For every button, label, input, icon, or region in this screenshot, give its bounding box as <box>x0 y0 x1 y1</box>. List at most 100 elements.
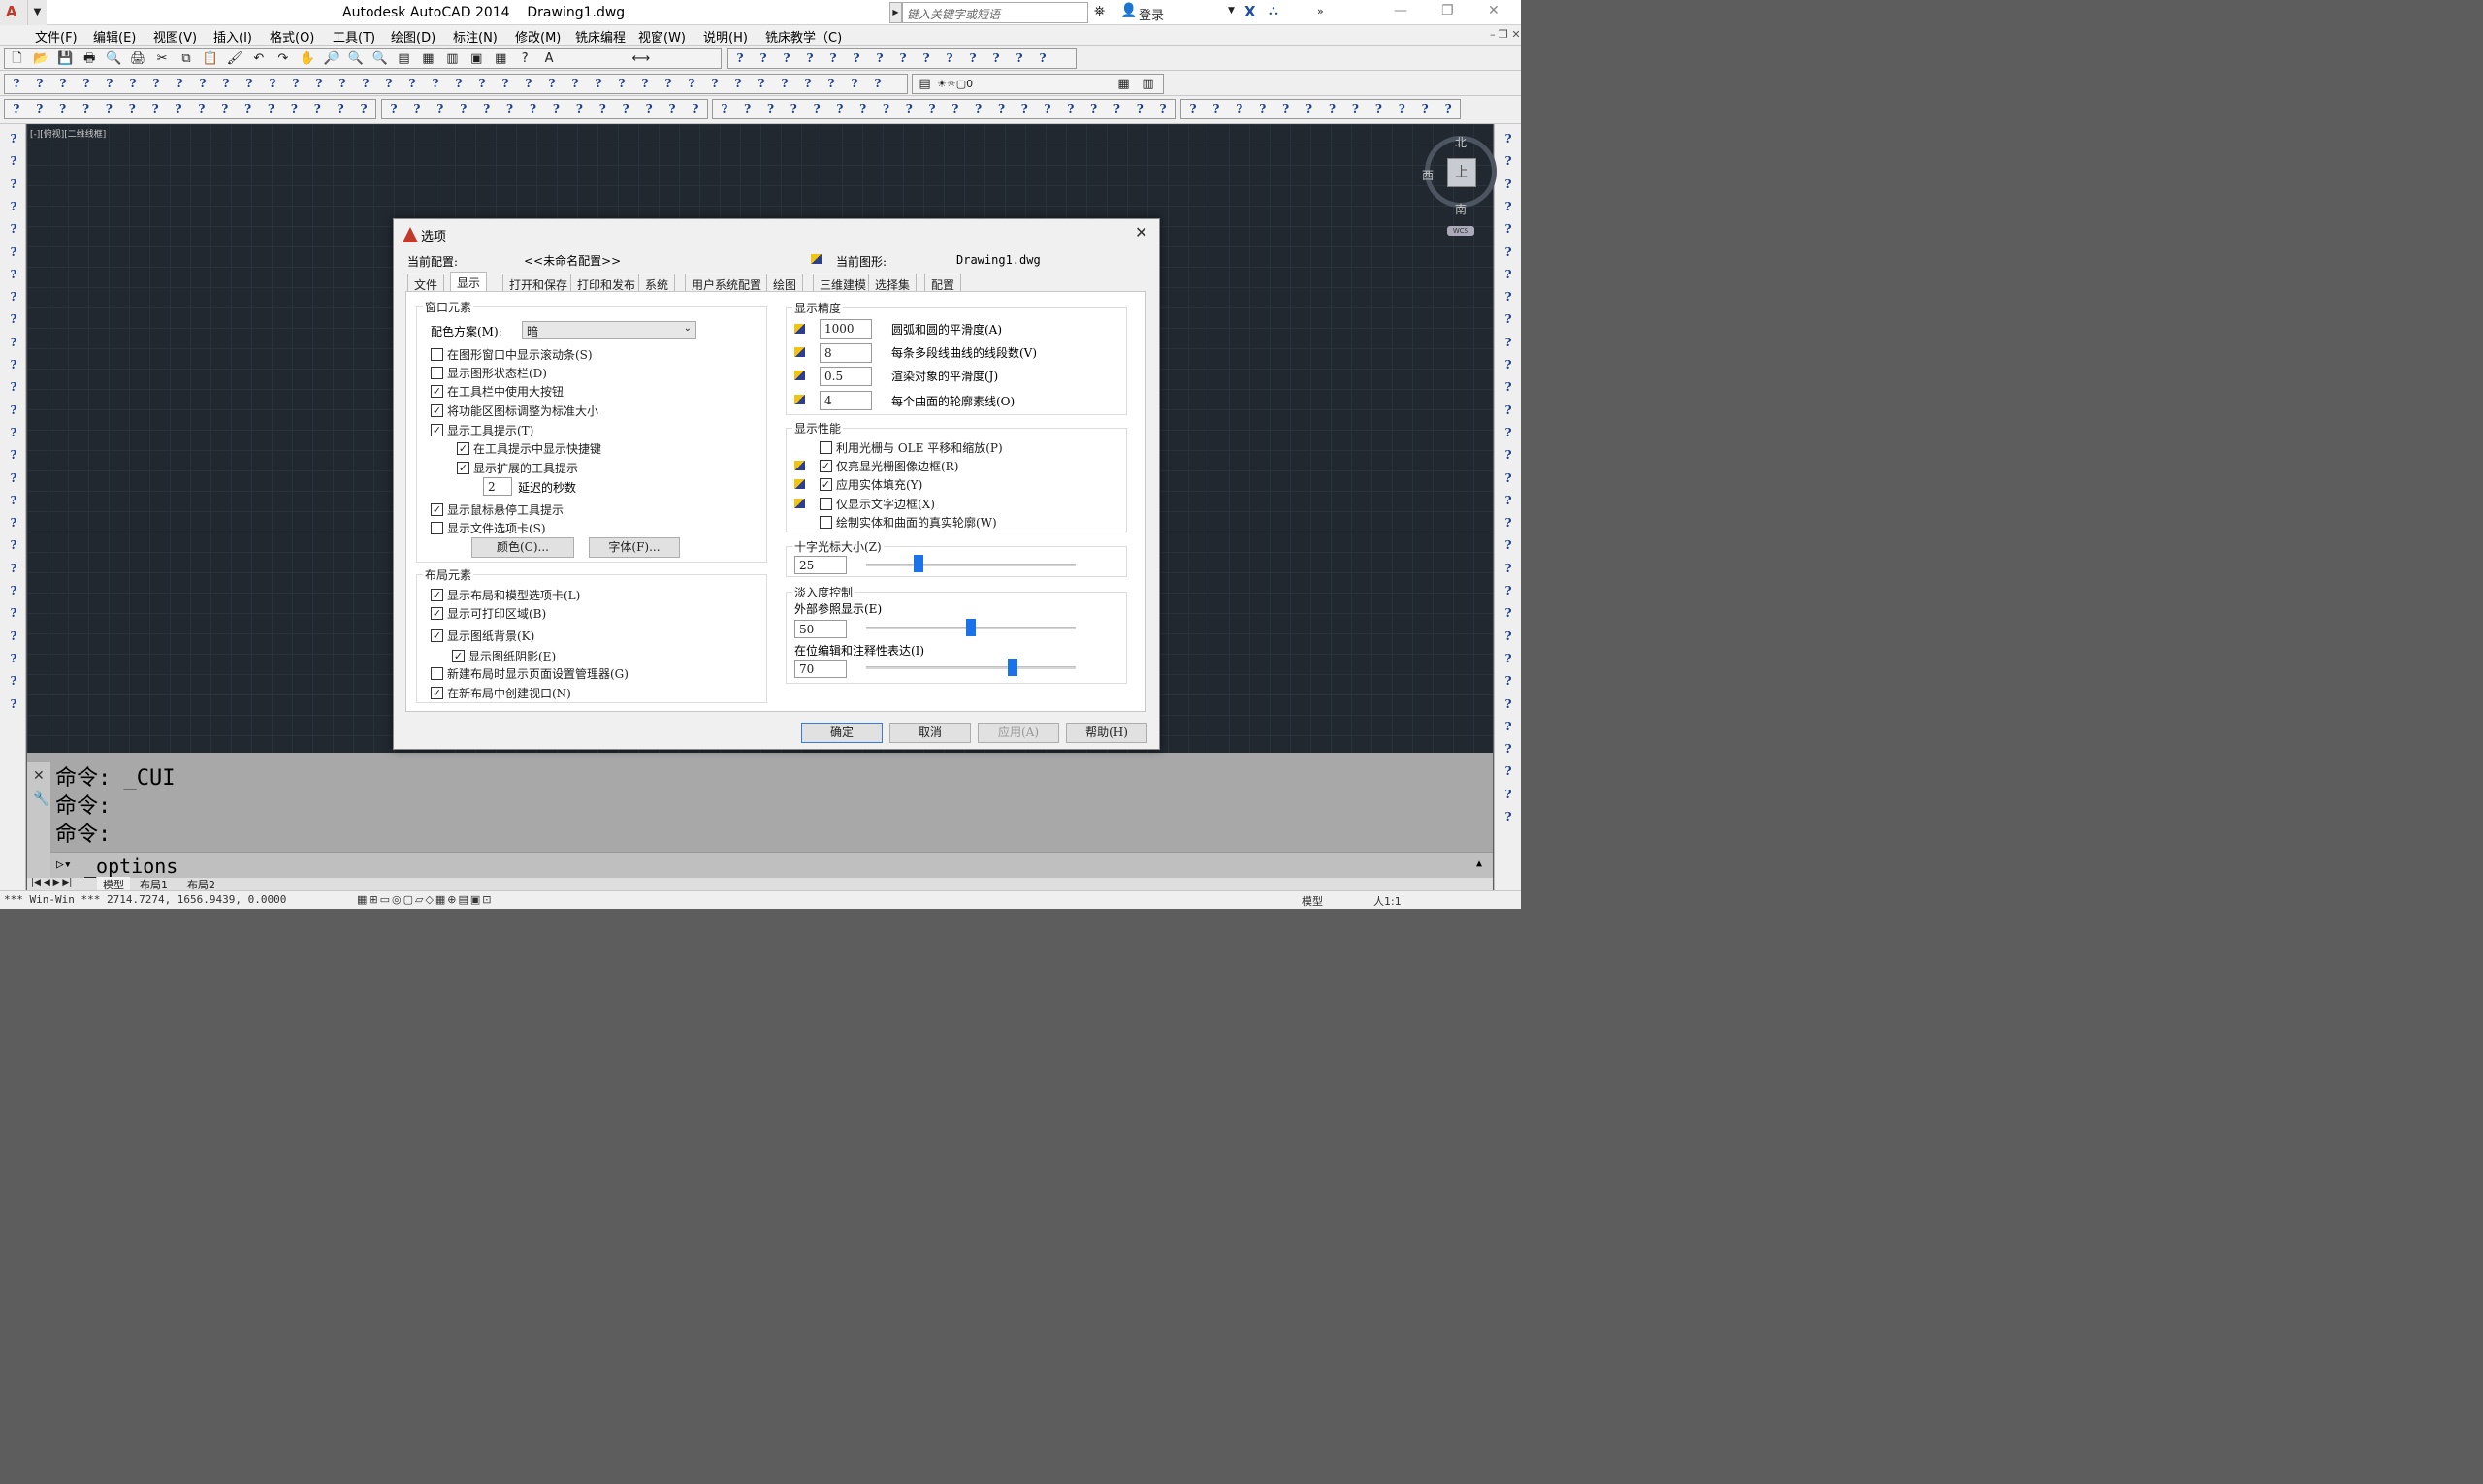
checkbox-rollover-tooltips[interactable]: ✓ 显示鼠标悬停工具提示 <box>431 501 564 518</box>
placeholder-tool-icon[interactable]: ? <box>1498 132 1519 151</box>
layer-manager-icon[interactable]: ▤ <box>913 75 937 93</box>
layer-state-icon[interactable]: ▥ <box>1136 75 1160 93</box>
placeholder-tool-icon[interactable]: ? <box>1498 177 1519 197</box>
checkbox-show-scrollbars[interactable]: 在图形窗口中显示滚动条(S) <box>431 346 593 363</box>
app-menu-chevron-icon[interactable]: ▼ <box>27 0 47 25</box>
placeholder-tool-icon[interactable]: ? <box>167 100 190 118</box>
polyline-segments-input[interactable]: 8 <box>820 343 872 363</box>
placeholder-tool-icon[interactable]: ? <box>261 75 284 93</box>
placeholder-tool-icon[interactable]: ? <box>1498 312 1519 332</box>
placeholder-tool-icon[interactable]: ? <box>1498 290 1519 309</box>
checkbox-show-tooltips[interactable]: ✓ 显示工具提示(T) <box>431 422 533 438</box>
placeholder-tool-icon[interactable]: ? <box>405 100 429 118</box>
checkbox-raster-ole-pan-zoom[interactable]: 利用光栅与 OLE 平移和缩放(P) <box>820 439 1003 456</box>
exchange-icon[interactable]: X <box>1244 3 1256 20</box>
new-icon[interactable]: 🗋 <box>5 49 29 68</box>
placeholder-tool-icon[interactable]: ? <box>377 75 401 93</box>
placeholder-tool-icon[interactable]: ? <box>354 75 377 93</box>
autocad-logo-icon[interactable]: A <box>0 0 27 25</box>
placeholder-tool-icon[interactable]: ? <box>610 75 633 93</box>
search-input[interactable]: 键入关键字或短语 <box>902 2 1088 23</box>
placeholder-tool-icon[interactable]: ? <box>1251 100 1274 118</box>
placeholder-tool-icon[interactable]: ? <box>284 75 307 93</box>
menu-format[interactable]: 格式(O) <box>270 27 314 46</box>
placeholder-tool-icon[interactable]: ? <box>868 49 891 68</box>
placeholder-tool-icon[interactable]: ? <box>75 75 98 93</box>
placeholder-tool-icon[interactable]: ? <box>1498 562 1519 581</box>
placeholder-tool-icon[interactable]: ? <box>3 629 24 649</box>
placeholder-tool-icon[interactable]: ? <box>494 75 517 93</box>
placeholder-tool-icon[interactable]: ? <box>3 132 24 151</box>
checkbox-paper-background[interactable]: ✓ 显示图纸背景(K) <box>431 628 534 644</box>
placeholder-tool-icon[interactable]: ? <box>3 584 24 603</box>
placeholder-tool-icon[interactable]: ? <box>5 75 28 93</box>
placeholder-tool-icon[interactable]: ? <box>499 100 522 118</box>
design-center-icon[interactable]: ▦ <box>416 49 440 68</box>
placeholder-tool-icon[interactable]: ? <box>3 336 24 355</box>
menu-milling-programming[interactable]: 铣床编程 <box>575 27 626 46</box>
checkbox-large-buttons[interactable]: ✓ 在工具栏中使用大按钮 <box>431 383 564 400</box>
placeholder-tool-icon[interactable]: ? <box>891 49 915 68</box>
search-expand-icon[interactable]: ▶ <box>889 2 902 23</box>
wrench-icon[interactable]: 🔧 <box>33 791 49 807</box>
drafting-toggles-icon[interactable]: ▦⊞▭◎▢▱◇▦⊕▤▣⊡ <box>357 893 494 906</box>
tool-palettes-icon[interactable]: ▥ <box>440 49 465 68</box>
crosshair-size-input[interactable]: 25 <box>794 556 847 574</box>
viewcube-west[interactable]: 西 <box>1422 167 1434 183</box>
publish-icon[interactable]: 🖨 <box>126 49 150 68</box>
placeholder-tool-icon[interactable]: ? <box>1181 100 1205 118</box>
placeholder-tool-icon[interactable]: ? <box>3 358 24 377</box>
placeholder-tool-icon[interactable]: ? <box>331 75 354 93</box>
tab-profiles[interactable]: 配置 <box>924 274 962 293</box>
placeholder-tool-icon[interactable]: ? <box>120 100 144 118</box>
placeholder-tool-icon[interactable]: ? <box>3 426 24 445</box>
placeholder-tool-icon[interactable]: ? <box>591 100 614 118</box>
placeholder-tool-icon[interactable]: ? <box>1498 742 1519 761</box>
placeholder-tool-icon[interactable]: ? <box>680 75 703 93</box>
placeholder-tool-icon[interactable]: ? <box>329 100 352 118</box>
annotation-scale[interactable]: 人1:1 <box>1373 893 1402 909</box>
contour-lines-input[interactable]: 4 <box>820 391 872 410</box>
placeholder-tool-icon[interactable]: ? <box>796 75 820 93</box>
text-style-icon[interactable]: A <box>537 49 562 68</box>
placeholder-tool-icon[interactable]: ? <box>1498 810 1519 829</box>
placeholder-tool-icon[interactable]: ? <box>3 268 24 287</box>
placeholder-tool-icon[interactable]: ? <box>190 100 213 118</box>
layer-combo[interactable]: ☀☼▢0 <box>937 75 1112 93</box>
placeholder-tool-icon[interactable]: ? <box>1498 448 1519 468</box>
placeholder-tool-icon[interactable]: ? <box>661 100 684 118</box>
login-dropdown-icon[interactable]: ▼ <box>1228 6 1235 16</box>
placeholder-tool-icon[interactable]: ? <box>1498 494 1519 513</box>
placeholder-tool-icon[interactable]: ? <box>1498 380 1519 400</box>
placeholder-tool-icon[interactable]: ? <box>168 75 191 93</box>
placeholder-tool-icon[interactable]: ? <box>1498 697 1519 717</box>
placeholder-tool-icon[interactable]: ? <box>3 538 24 558</box>
zoom-window-icon[interactable]: 🔍 <box>343 49 368 68</box>
placeholder-tool-icon[interactable]: ? <box>1082 100 1106 118</box>
placeholder-tool-icon[interactable]: ? <box>703 75 726 93</box>
tab-drafting[interactable]: 绘图 <box>766 274 804 293</box>
placeholder-tool-icon[interactable]: ? <box>915 49 938 68</box>
placeholder-tool-icon[interactable]: ? <box>567 100 591 118</box>
match-properties-icon[interactable]: 🖌 <box>222 49 246 68</box>
menu-milling-teaching[interactable]: 铣床教学（C) <box>765 27 842 46</box>
placeholder-tool-icon[interactable]: ? <box>1343 100 1367 118</box>
menu-tools[interactable]: 工具(T) <box>333 27 375 46</box>
checkbox-true-silhouettes[interactable]: 绘制实体和曲面的真实轮廓(W) <box>820 514 997 531</box>
placeholder-tool-icon[interactable]: ? <box>424 75 447 93</box>
placeholder-tool-icon[interactable]: ? <box>750 75 773 93</box>
placeholder-tool-icon[interactable]: ? <box>1205 100 1228 118</box>
placeholder-tool-icon[interactable]: ? <box>782 100 805 118</box>
inplace-fade-slider[interactable] <box>1008 659 1018 676</box>
placeholder-tool-icon[interactable]: ? <box>470 75 494 93</box>
placeholder-tool-icon[interactable]: ? <box>820 75 843 93</box>
checkbox-printable-area[interactable]: ✓ 显示可打印区域(B) <box>431 605 546 622</box>
crosshair-size-slider[interactable] <box>914 555 923 572</box>
model-space-toggle[interactable]: 模型 <box>1302 893 1323 909</box>
checkbox-create-viewport[interactable]: ✓ 在新布局中创建视口(N) <box>431 685 571 701</box>
restore-icon[interactable]: ❐ <box>1441 3 1454 18</box>
placeholder-tool-icon[interactable]: ? <box>51 100 75 118</box>
placeholder-tool-icon[interactable]: ? <box>75 100 98 118</box>
checkbox-paper-shadow[interactable]: ✓ 显示图纸阴影(E) <box>452 648 556 664</box>
placeholder-tool-icon[interactable]: ? <box>191 75 214 93</box>
